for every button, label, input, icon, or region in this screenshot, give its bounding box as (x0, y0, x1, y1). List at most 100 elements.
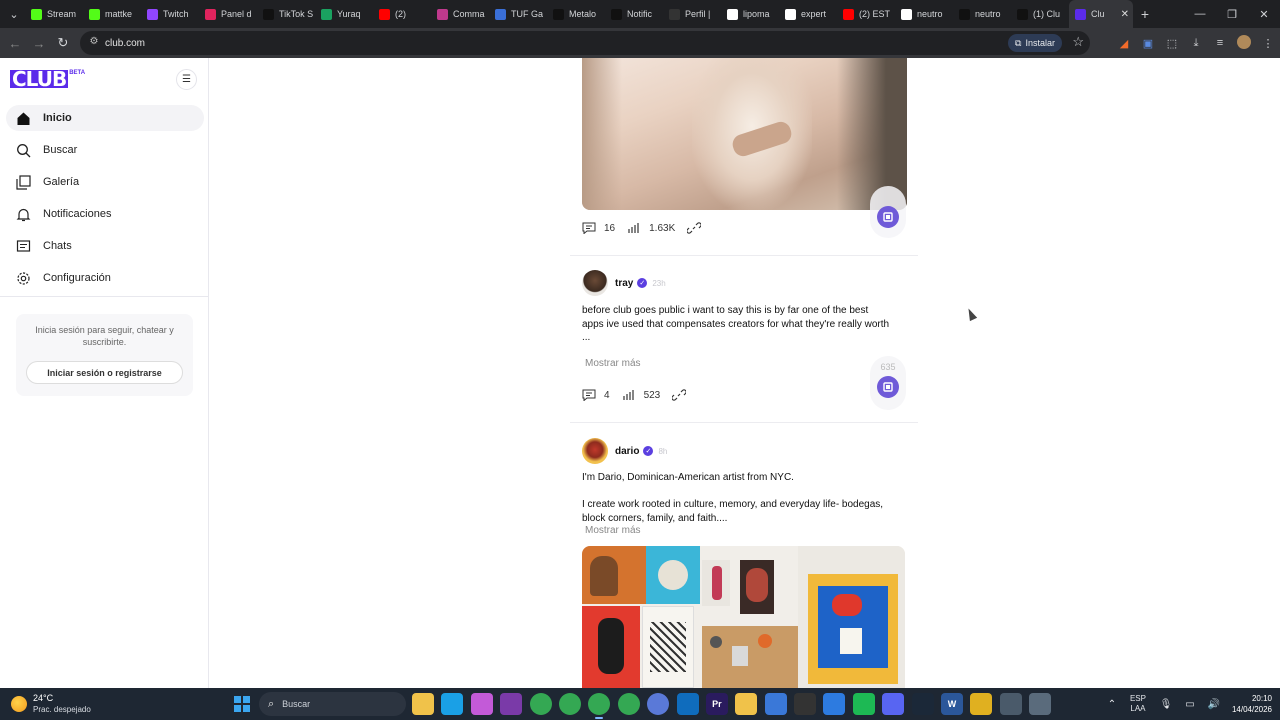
browser-tab[interactable]: Panel d (199, 0, 257, 28)
browser-tab[interactable]: TUF Ga (489, 0, 547, 28)
microphone-icon[interactable]: 🎙 (1154, 699, 1178, 710)
browser-tab[interactable]: Notific (605, 0, 663, 28)
url-text[interactable]: club.com (105, 38, 145, 49)
browser-tab[interactable]: Perfil | (663, 0, 721, 28)
browser-tab[interactable]: (1) Clu (1011, 0, 1069, 28)
network-icon[interactable]: ▭ (1178, 699, 1202, 710)
outlook-icon[interactable] (676, 693, 699, 715)
comment-icon[interactable] (582, 389, 596, 401)
install-app-button[interactable]: ⧉ Instalar (1008, 34, 1062, 52)
clock[interactable]: 20:10 14/04/2026 (1232, 693, 1272, 715)
link-icon[interactable] (687, 221, 702, 235)
input-language[interactable]: ESP LAA (1130, 694, 1146, 714)
premiere-icon[interactable]: Pr (705, 693, 728, 715)
reload-icon[interactable]: ↻ (51, 35, 75, 51)
chrome-icon[interactable] (617, 693, 640, 715)
browser-tab[interactable]: expert (779, 0, 837, 28)
obs-icon[interactable] (794, 693, 817, 715)
discord-icon[interactable] (882, 693, 905, 715)
tip-badge[interactable] (870, 186, 906, 238)
show-more-link[interactable]: Mostrar más (585, 358, 641, 369)
avatar[interactable] (582, 270, 608, 296)
link-icon[interactable] (672, 388, 687, 402)
sidebar-item-gallery[interactable]: Galería (6, 169, 204, 195)
browser-tab[interactable]: (2) (373, 0, 431, 28)
browser-tab[interactable]: Comma (431, 0, 489, 28)
sidebar-item-chat[interactable]: Chats (6, 233, 204, 259)
author-name[interactable]: dario (615, 446, 639, 457)
spotify-icon[interactable] (852, 693, 875, 715)
windows-start-icon[interactable] (234, 696, 250, 712)
avatar[interactable] (582, 438, 608, 464)
sourcetree-icon[interactable] (823, 693, 846, 715)
translate-extension-icon[interactable]: ▣ (1136, 37, 1160, 50)
browser-tab[interactable]: Twitch (141, 0, 199, 28)
browser-tab[interactable]: (2) EST (837, 0, 895, 28)
new-tab-button[interactable]: + (1133, 6, 1157, 22)
edge-icon[interactable] (441, 693, 464, 715)
author-name[interactable]: tray (615, 278, 633, 289)
close-tab-icon[interactable]: ✕ (1121, 9, 1129, 20)
profile-avatar[interactable] (1232, 34, 1256, 52)
browser-tab[interactable]: Yuraq (315, 0, 373, 28)
sidebar-item-search[interactable]: Buscar (6, 137, 204, 163)
browser-tab[interactable]: lipoma (721, 0, 779, 28)
minimize-icon[interactable]: — (1184, 0, 1216, 28)
calculator-icon[interactable] (1029, 693, 1052, 715)
menu-icon[interactable]: ⋮ (1256, 37, 1280, 50)
browser-tab[interactable]: neutro (895, 0, 953, 28)
sidebar-item-home[interactable]: Inicio (6, 105, 204, 131)
sidebar-item-bell[interactable]: Notificaciones (6, 201, 204, 227)
show-hidden-icons-icon[interactable]: ⌃ (1100, 699, 1124, 710)
club-logo[interactable]: CLUB BETA (10, 69, 85, 89)
browser-tab[interactable]: mattke (83, 0, 141, 28)
downloads-icon[interactable]: ⤓ (1184, 37, 1208, 50)
extensions-icon[interactable]: ⬚ (1160, 37, 1184, 50)
folder-icon[interactable] (735, 693, 758, 715)
browser-tab[interactable]: Clu ✕ (1069, 0, 1133, 28)
address-bar[interactable]: ⚙ club.com ⧉ Instalar ☆ (80, 31, 1090, 55)
notes-icon[interactable] (970, 693, 993, 715)
weather-widget[interactable]: 24°C Prac. despejado (11, 693, 91, 715)
sidebar-item-gear[interactable]: Configuración (6, 265, 204, 291)
taskbar-search[interactable]: ⌕ Buscar (259, 692, 406, 716)
tab-search-button[interactable]: ⌄ (3, 4, 25, 24)
copilot-icon[interactable] (470, 693, 493, 715)
kick-icon (89, 8, 100, 20)
bookmark-star-icon[interactable]: ☆ (1072, 34, 1084, 50)
notepad-icon[interactable] (500, 693, 523, 715)
browser-tab[interactable]: TikTok S (257, 0, 315, 28)
chrome-icon[interactable] (647, 693, 670, 715)
media-control-icon[interactable]: ≡ (1208, 37, 1232, 49)
post-image[interactable] (582, 546, 905, 688)
browser-tab[interactable]: neutro (953, 0, 1011, 28)
steam-icon[interactable] (911, 693, 934, 715)
word-icon[interactable]: W (941, 693, 964, 715)
file-explorer-icon[interactable] (412, 693, 434, 715)
volume-icon[interactable]: 🔊 (1202, 699, 1226, 710)
comment-icon[interactable] (582, 222, 596, 234)
site-info-icon[interactable]: ⚙ (87, 36, 101, 50)
restore-icon[interactable]: ❐ (1216, 0, 1248, 28)
show-more-link[interactable]: Mostrar más (585, 525, 641, 536)
store-icon[interactable] (764, 693, 787, 715)
weather-condition: Prac. despejado (33, 705, 91, 714)
hamburger-menu-icon[interactable]: ☰ (176, 69, 197, 90)
tip-badge[interactable]: 635 (870, 356, 906, 410)
chrome-icon[interactable] (558, 693, 581, 715)
login-register-button[interactable]: Iniciar sesión o registrarse (26, 361, 183, 384)
brave-extension-icon[interactable]: ◢ (1112, 37, 1136, 50)
tab-title: Clu (1091, 9, 1105, 19)
close-window-icon[interactable]: ✕ (1248, 0, 1280, 28)
browser-tab[interactable]: Stream (25, 0, 83, 28)
post-image[interactable] (582, 58, 907, 210)
club-coin-icon (877, 376, 899, 398)
back-icon[interactable]: ← (3, 36, 27, 51)
browser-tab[interactable]: Metalo (547, 0, 605, 28)
post-body-line2: I create work rooted in culture, memory,… (582, 499, 884, 524)
chrome-icon[interactable] (588, 693, 611, 719)
chrome-icon[interactable] (529, 693, 552, 715)
settings-icon[interactable] (999, 693, 1022, 715)
window-controls: — ❐ ✕ (1184, 0, 1280, 28)
forward-icon[interactable]: → (27, 36, 51, 51)
